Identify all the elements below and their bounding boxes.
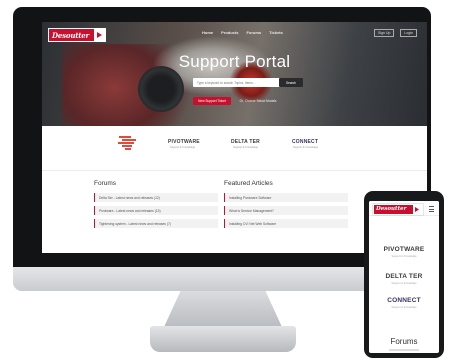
featured-item[interactable]: Installing Pivotware Software	[224, 193, 348, 202]
mobile-phone: Desoutter PIVOTWARE Support & Knowledge …	[364, 191, 444, 358]
phone-logo-text: Desoutter	[376, 206, 407, 212]
featured-heading: Featured Articles	[224, 180, 273, 187]
brand-logo-text: Desoutter	[52, 30, 90, 40]
hero-banner: Desoutter Home Products Forums Tickets S…	[42, 22, 427, 126]
phone-header: Desoutter	[369, 201, 439, 216]
nav-products[interactable]: Products	[221, 30, 238, 35]
brand-logo[interactable]: Desoutter	[48, 28, 106, 42]
account-nav: Sign Up Login	[373, 29, 417, 37]
search-button[interactable]: Search	[279, 78, 303, 87]
product-delta-ter-sub: Support & Knowledge	[233, 146, 259, 149]
product-pivotware-sub: Support & Knowledge	[170, 146, 196, 149]
hero-photo-tool	[138, 66, 184, 112]
main-nav: Home Products Forums Tickets	[202, 30, 283, 35]
search-box	[193, 78, 281, 87]
phone-brand-logo[interactable]: Desoutter	[373, 204, 423, 215]
new-ticket-button[interactable]: New Support Ticket	[193, 97, 231, 105]
phone-divider	[389, 349, 419, 351]
phone-product-sub: Support & Knowledge	[391, 255, 417, 258]
phone-product-delta-ter[interactable]: DELTA TER	[369, 273, 439, 280]
forum-item[interactable]: Tightening system - Latest news and rele…	[94, 219, 218, 228]
monitor-stand	[164, 291, 282, 327]
nav-tickets[interactable]: Tickets	[269, 30, 283, 35]
nav-forums[interactable]: Forums	[246, 30, 261, 35]
nav-home[interactable]: Home	[202, 30, 213, 35]
search-input[interactable]	[193, 78, 267, 87]
sign-up-button[interactable]: Sign Up	[373, 29, 395, 37]
login-button[interactable]: Login	[400, 29, 417, 37]
phone-product-sub: Support & Knowledge	[391, 306, 417, 309]
hamburger-menu-icon[interactable]	[429, 206, 434, 212]
choose-below-link[interactable]: Or, Choose Below Modals	[235, 97, 281, 105]
phone-logo-mark-icon	[413, 205, 422, 214]
phone-product-sub: Support & Knowledge	[391, 282, 417, 285]
product-connect[interactable]: CONNECT	[292, 139, 318, 145]
brand-logo-mark-icon	[94, 29, 105, 41]
forum-item[interactable]: Delta Ser - Latest news and releases (12…	[94, 193, 218, 202]
forum-item[interactable]: Pivotware - Latest news and releases (15…	[94, 206, 218, 215]
page-title: Support Portal	[178, 52, 291, 71]
phone-screen: Desoutter PIVOTWARE Support & Knowledge …	[369, 201, 439, 353]
section-divider	[42, 170, 427, 171]
phone-forums-heading: Forums	[390, 337, 418, 346]
product-row: PIVOTWARE Support & Knowledge DELTA TER …	[42, 126, 427, 170]
forums-heading: Forums	[94, 180, 117, 187]
featured-item[interactable]: Installing CVI Net Web Software	[224, 219, 348, 228]
monitor-base	[150, 326, 296, 352]
phone-product-pivotware[interactable]: PIVOTWARE	[369, 246, 439, 253]
product-pivotware[interactable]: PIVOTWARE	[168, 139, 200, 145]
product-delta-ter[interactable]: DELTA TER	[231, 139, 260, 145]
fasteners-icon[interactable]	[117, 135, 137, 150]
phone-product-connect[interactable]: CONNECT	[369, 297, 439, 304]
featured-item[interactable]: What is Service Management?	[224, 206, 348, 215]
product-connect-sub: Support & Knowledge	[293, 146, 319, 149]
